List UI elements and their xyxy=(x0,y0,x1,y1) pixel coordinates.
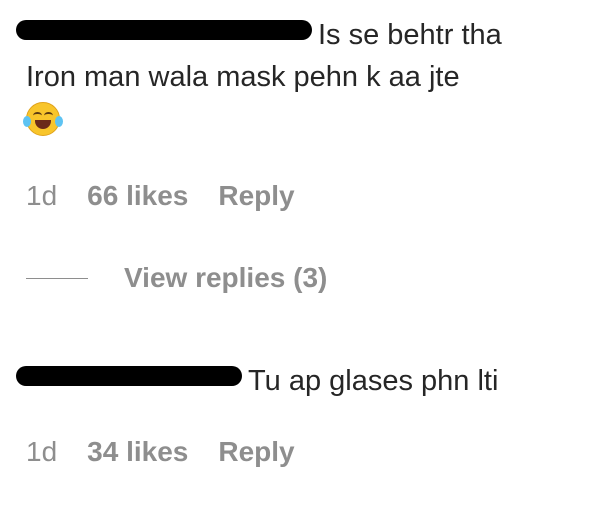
comment-meta: 1d 34 likes Reply xyxy=(26,436,295,468)
reply-button[interactable]: Reply xyxy=(218,180,294,212)
tears-of-joy-emoji-icon xyxy=(23,102,63,136)
comment-item: Is se behtr tha Iron man wala mask pehn … xyxy=(16,14,580,148)
redacted-username[interactable] xyxy=(16,20,312,40)
comment-timestamp: 1d xyxy=(26,180,58,211)
comment-text-line1: Tu ap glases phn lti xyxy=(248,365,499,397)
comment-text: Is se behtr tha Iron man wala mask pehn … xyxy=(16,14,580,148)
comment-item: Tu ap glases phn lti xyxy=(16,360,580,402)
comment-text: Tu ap glases phn lti xyxy=(16,360,580,402)
comment-likes[interactable]: 66 likes xyxy=(87,180,188,212)
comment-text-line1: Is se behtr tha xyxy=(318,19,502,51)
redacted-username[interactable] xyxy=(16,366,242,386)
view-replies-label: View replies (3) xyxy=(124,262,328,293)
comment-timestamp: 1d xyxy=(26,436,58,467)
comment-likes[interactable]: 34 likes xyxy=(87,436,188,468)
divider-line xyxy=(26,277,88,279)
comment-meta: 1d 66 likes Reply xyxy=(26,180,295,212)
comment-text-line2: Iron man wala mask pehn k aa jte xyxy=(26,61,460,93)
view-replies-button[interactable]: View replies (3) xyxy=(26,262,327,294)
reply-button[interactable]: Reply xyxy=(218,436,294,468)
